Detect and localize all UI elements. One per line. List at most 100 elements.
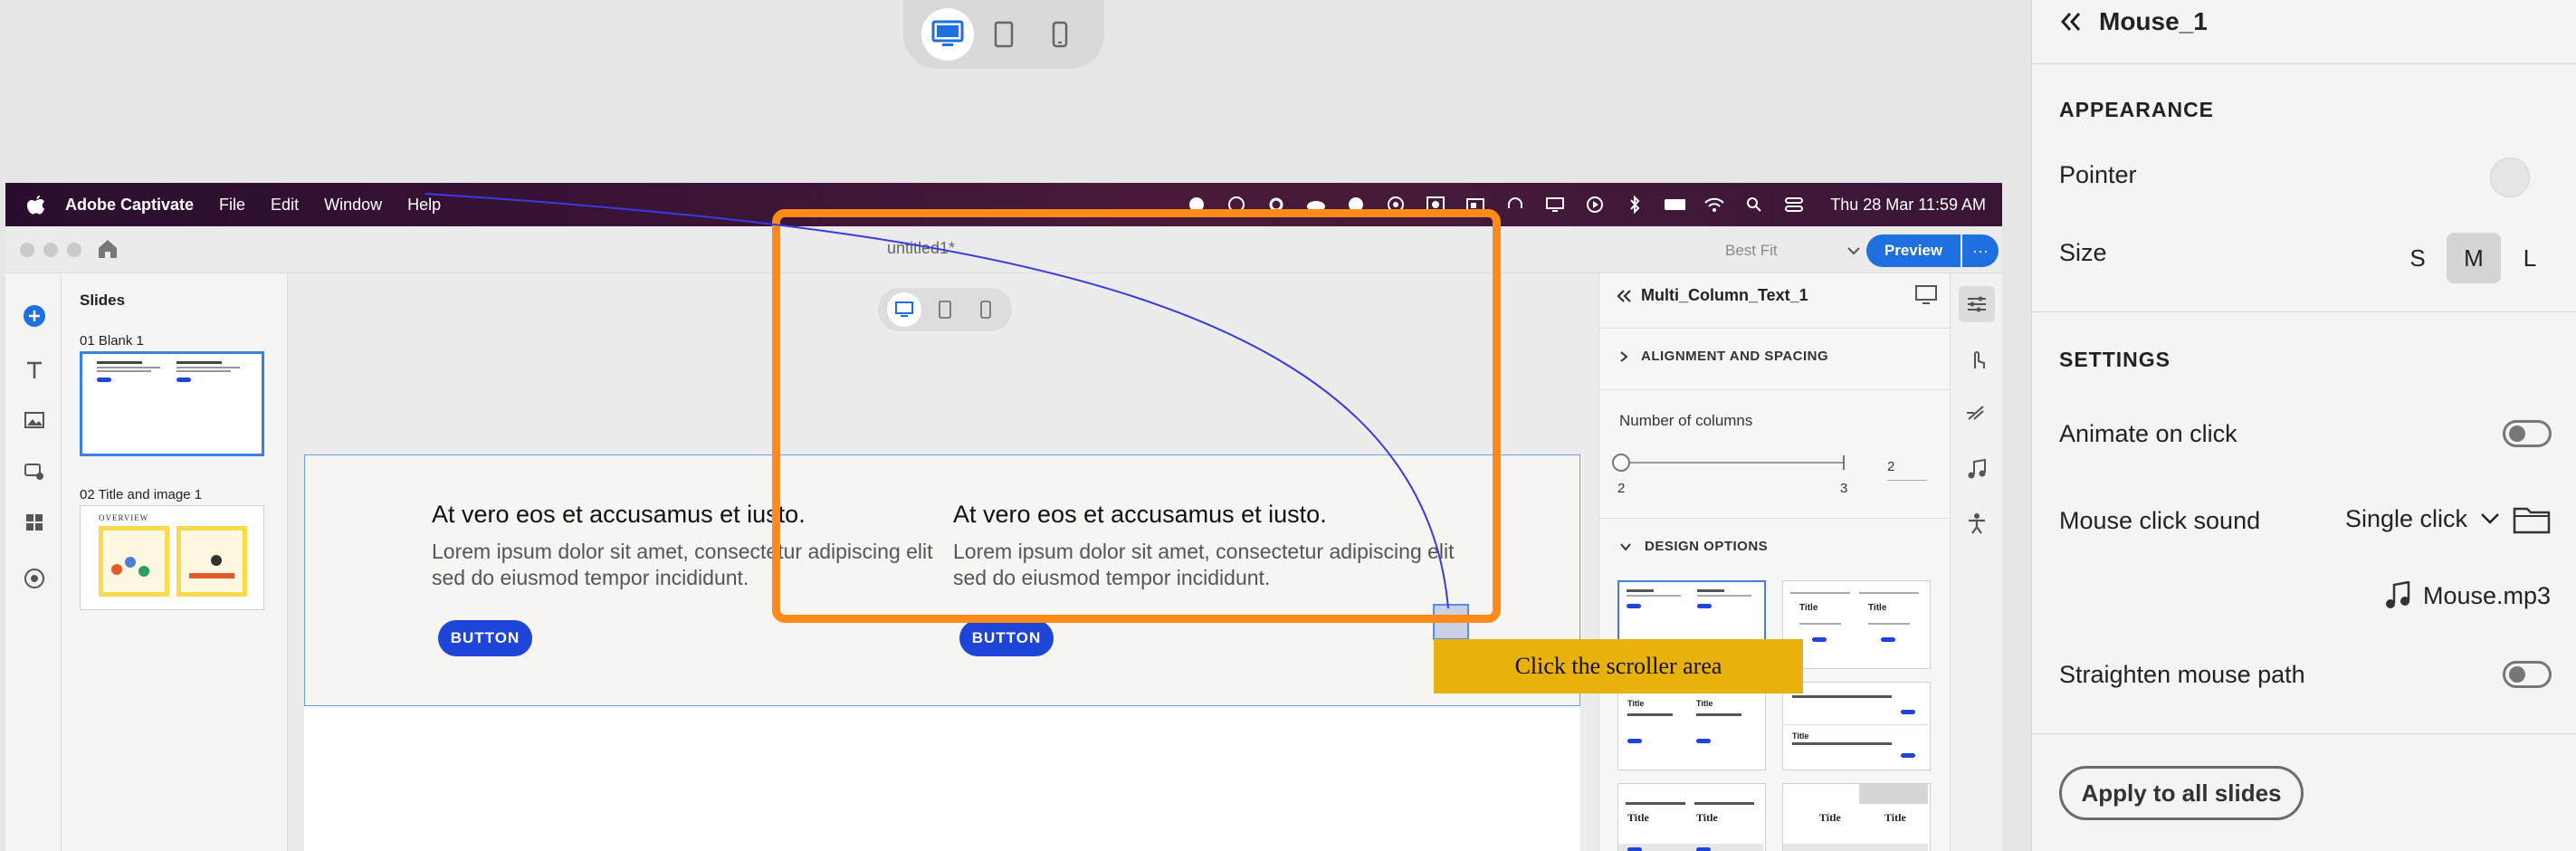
- design-option-6[interactable]: Title Title: [1782, 783, 1931, 851]
- device-switcher: [903, 0, 1104, 69]
- home-icon[interactable]: [96, 237, 119, 261]
- tray-wifi-icon[interactable]: [1703, 194, 1725, 215]
- widgets-tool-icon[interactable]: [23, 511, 46, 534]
- text-tool-icon[interactable]: [23, 359, 46, 382]
- chevron-down-icon: [2481, 513, 2499, 524]
- design-option-3-title-b: Title: [1696, 699, 1713, 708]
- design-options-header[interactable]: DESIGN OPTIONS: [1619, 539, 1768, 554]
- menu-app-name[interactable]: Adobe Captivate: [65, 196, 194, 215]
- design-option-3-title-a: Title: [1627, 699, 1645, 708]
- size-option-l[interactable]: L: [2503, 233, 2557, 283]
- slide-1-preview: [97, 361, 240, 382]
- inspector-header: Mouse_1: [2059, 7, 2208, 36]
- tray-bluetooth-icon[interactable]: [1624, 194, 1646, 215]
- preview-more-button[interactable]: ···: [1962, 234, 1999, 267]
- record-tool-icon[interactable]: [23, 567, 46, 590]
- music-note-icon: [2386, 581, 2410, 608]
- size-label: Size: [2059, 239, 2107, 266]
- column-1-title[interactable]: At vero eos et accusamus et iusto.: [432, 501, 806, 529]
- design-option-4-preview: [1783, 695, 1928, 758]
- design-option-2[interactable]: Title Title: [1782, 580, 1931, 669]
- design-option-4-title: Title: [1792, 731, 1809, 741]
- selected-object-name: Multi_Column_Text_1: [1641, 286, 1808, 304]
- desktop-icon: [931, 20, 964, 46]
- size-option-s[interactable]: S: [2390, 233, 2445, 283]
- collapse-double-chevron-icon[interactable]: [2059, 11, 2083, 33]
- alignment-section-title: ALIGNMENT AND SPACING: [1641, 349, 1829, 364]
- accessibility-icon[interactable]: [1964, 511, 1989, 536]
- straighten-path-toggle[interactable]: [2503, 661, 2552, 688]
- design-option-2-title-b: Title: [1868, 603, 1887, 613]
- properties-rail: [1950, 273, 2002, 851]
- pointer-label: Pointer: [2059, 161, 2137, 188]
- tray-play-icon[interactable]: [1584, 194, 1606, 215]
- toggle-knob: [2509, 426, 2525, 442]
- menu-help[interactable]: Help: [407, 196, 441, 215]
- inspector-divider: [2032, 733, 2576, 734]
- add-icon[interactable]: [23, 304, 46, 328]
- slides-panel: Slides 01 Blank 1 02 Title and image 1 O…: [62, 273, 288, 851]
- design-option-4[interactable]: Title: [1782, 682, 1931, 770]
- properties-sliders-icon[interactable]: [1959, 286, 1995, 322]
- zoom-fit-select[interactable]: Best Fit: [1725, 238, 1861, 263]
- animate-on-click-label: Animate on click: [2059, 420, 2237, 447]
- design-option-5[interactable]: Title Title: [1617, 783, 1766, 851]
- properties-header: Multi_Column_Text_1: [1616, 286, 1808, 305]
- slide-settings-icon[interactable]: [1914, 284, 1938, 306]
- click-sound-select[interactable]: Single click: [2345, 503, 2551, 534]
- slide-thumbnail-1[interactable]: [80, 351, 264, 456]
- column-2-button[interactable]: BUTTON: [959, 620, 1054, 656]
- slider-max-label: 3: [1840, 481, 1848, 496]
- interaction-tool-icon[interactable]: [23, 460, 46, 483]
- menu-file[interactable]: File: [219, 196, 245, 215]
- media-tool-icon[interactable]: [23, 409, 46, 433]
- desktop-view-button[interactable]: [921, 8, 974, 61]
- alignment-section-header[interactable]: ALIGNMENT AND SPACING: [1619, 349, 1828, 364]
- animate-on-click-toggle[interactable]: [2503, 420, 2552, 447]
- highlight-box[interactable]: [772, 209, 1501, 623]
- tray-battery-icon[interactable]: [1664, 194, 1686, 215]
- tray-control-center-icon[interactable]: [1783, 194, 1805, 215]
- design-option-5-title-b: Title: [1696, 811, 1718, 824]
- appearance-section-title: APPEARANCE: [2059, 98, 2215, 121]
- columns-value-input[interactable]: 2: [1887, 459, 1927, 481]
- tray-search-icon[interactable]: [1743, 194, 1765, 215]
- pointer-picker[interactable]: [2490, 158, 2530, 197]
- inspector-divider: [2032, 311, 2576, 312]
- size-option-m[interactable]: M: [2447, 233, 2501, 283]
- zoom-window-button[interactable]: [67, 243, 81, 257]
- design-option-3[interactable]: Title Title: [1617, 682, 1766, 770]
- interaction-touch-icon[interactable]: [1964, 346, 1989, 371]
- design-option-6-title-a: Title: [1819, 811, 1841, 824]
- tablet-view-button[interactable]: [978, 8, 1030, 61]
- menu-edit[interactable]: Edit: [271, 196, 299, 215]
- folder-icon[interactable]: [2513, 503, 2551, 534]
- columns-label: Number of columns: [1619, 412, 1753, 429]
- slide-thumbnail-2[interactable]: OVERVIEW: [80, 505, 264, 610]
- animation-icon[interactable]: [1964, 400, 1989, 426]
- minimize-window-button[interactable]: [43, 243, 58, 257]
- tray-headphones-icon[interactable]: [1504, 194, 1526, 215]
- tray-display-icon[interactable]: [1544, 194, 1566, 215]
- close-window-button[interactable]: [20, 243, 34, 257]
- column-1-button[interactable]: BUTTON: [438, 620, 532, 656]
- menubar-clock[interactable]: Thu 28 Mar 11:59 AM: [1830, 196, 1986, 215]
- collapse-double-chevron-icon[interactable]: [1616, 289, 1632, 303]
- click-sound-value: Single click: [2345, 504, 2468, 532]
- mobile-view-button[interactable]: [1034, 8, 1086, 61]
- chevron-down-icon: [1847, 247, 1860, 255]
- mobile-icon: [1052, 21, 1068, 48]
- text-caption[interactable]: Click the scroller area: [1434, 639, 1803, 693]
- apple-icon[interactable]: [25, 194, 47, 215]
- sound-file-name: Mouse.mp3: [2423, 581, 2552, 609]
- columns-slider[interactable]: [1612, 450, 1847, 475]
- mouse-click-sound-label: Mouse click sound: [2059, 507, 2261, 534]
- columns-section: Number of columns 2 3 2: [1599, 389, 1951, 518]
- design-option-2-preview: [1790, 592, 1919, 642]
- toggle-knob: [2509, 666, 2525, 683]
- apply-to-all-slides-button[interactable]: Apply to all slides: [2059, 766, 2304, 820]
- menu-window[interactable]: Window: [324, 196, 382, 215]
- design-option-6-preview: [1783, 784, 1928, 851]
- preview-button[interactable]: Preview: [1866, 234, 1961, 267]
- audio-note-icon[interactable]: [1964, 456, 1989, 482]
